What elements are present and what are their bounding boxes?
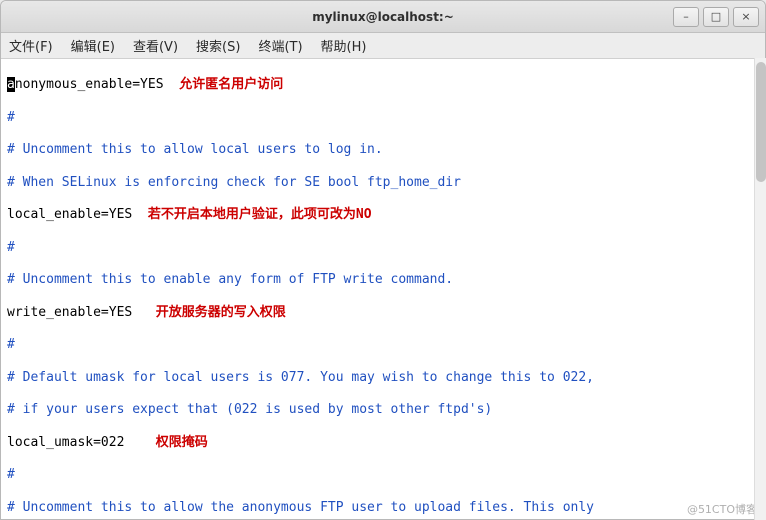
text: local_enable=YES — [7, 207, 148, 222]
annotation: 开放服务器的写入权限 — [156, 305, 286, 320]
comment-line: # if your users expect that (022 is used… — [7, 402, 759, 418]
menu-terminal[interactable]: 终端(T) — [258, 36, 302, 55]
text: write_enable=YES — [7, 305, 156, 320]
comment-line: # Uncomment this to allow local users to… — [7, 142, 759, 158]
menu-file[interactable]: 文件(F) — [9, 36, 53, 55]
comment-line: # — [7, 337, 759, 353]
comment-line: # Default umask for local users is 077. … — [7, 370, 759, 386]
vertical-scrollbar[interactable] — [754, 58, 766, 520]
menu-search[interactable]: 搜索(S) — [196, 36, 240, 55]
annotation: 允许匿名用户访问 — [179, 77, 283, 92]
window-title: mylinux@localhost:~ — [312, 10, 454, 24]
minimize-button[interactable]: – — [673, 7, 699, 27]
maximize-button[interactable]: □ — [703, 7, 729, 27]
text: local_umask=022 — [7, 435, 156, 450]
annotation: 若不开启本地用户验证，此项可改为NO — [148, 207, 372, 222]
terminal-body[interactable]: anonymous_enable=YES 允许匿名用户访问 # # Uncomm… — [1, 59, 765, 519]
close-button[interactable]: × — [733, 7, 759, 27]
comment-line: # — [7, 240, 759, 256]
menu-edit[interactable]: 编辑(E) — [71, 36, 115, 55]
window-controls: – □ × — [669, 7, 759, 27]
terminal-window: mylinux@localhost:~ – □ × 文件(F) 编辑(E) 查看… — [0, 0, 766, 520]
comment-line: # — [7, 110, 759, 126]
comment-line: # When SELinux is enforcing check for SE… — [7, 175, 759, 191]
menubar: 文件(F) 编辑(E) 查看(V) 搜索(S) 终端(T) 帮助(H) — [1, 33, 765, 59]
text: nonymous_enable=YES — [15, 77, 179, 92]
cursor: a — [7, 77, 15, 92]
annotation: 权限掩码 — [156, 435, 208, 450]
comment-line: # Uncomment this to enable any form of F… — [7, 272, 759, 288]
comment-line: # Uncomment this to allow the anonymous … — [7, 500, 759, 516]
titlebar[interactable]: mylinux@localhost:~ – □ × — [1, 1, 765, 33]
menu-view[interactable]: 查看(V) — [133, 36, 178, 55]
comment-line: # — [7, 467, 759, 483]
watermark: @51CTO博客 — [687, 503, 757, 517]
menu-help[interactable]: 帮助(H) — [321, 36, 367, 55]
scrollbar-thumb[interactable] — [756, 62, 766, 182]
